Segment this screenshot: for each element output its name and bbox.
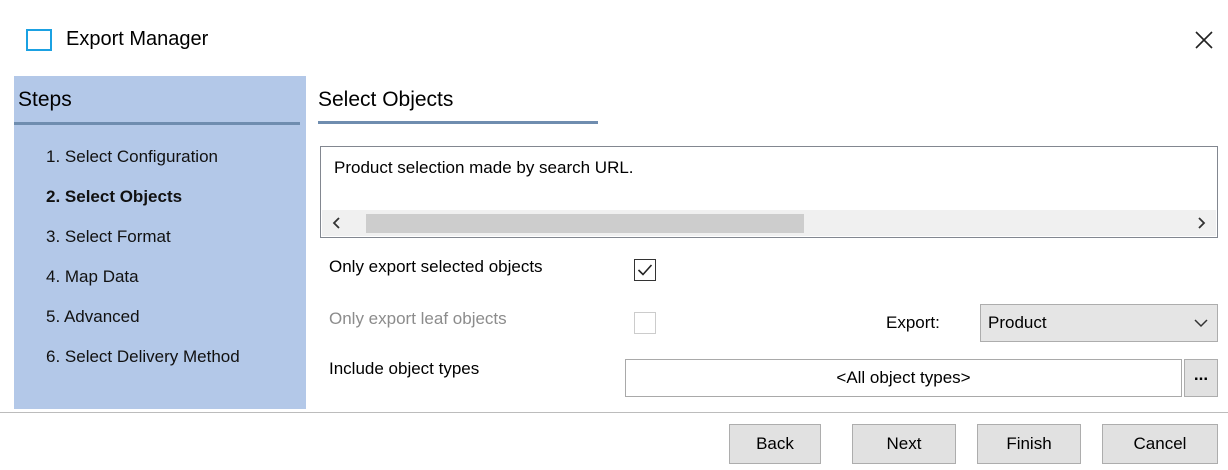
export-select-value: Product: [988, 313, 1047, 332]
close-icon: [1195, 31, 1213, 49]
next-button[interactable]: Next: [852, 424, 956, 464]
chevron-right-icon: [1198, 217, 1206, 229]
steps-title: Steps: [18, 88, 72, 111]
scroll-left-button[interactable]: [326, 212, 348, 234]
cancel-button[interactable]: Cancel: [1102, 424, 1218, 464]
step-advanced: 5. Advanced: [46, 307, 140, 326]
export-select[interactable]: Product: [980, 304, 1218, 342]
horizontal-scrollbar[interactable]: [322, 210, 1216, 236]
export-label: Export:: [886, 313, 940, 332]
checkmark-icon: [637, 264, 653, 276]
finish-button[interactable]: Finish: [977, 424, 1081, 464]
description-text: Product selection made by search URL.: [334, 158, 634, 177]
chevron-left-icon: [332, 217, 340, 229]
step-select-objects: 2. Select Objects: [46, 187, 183, 206]
scroll-right-button[interactable]: [1190, 212, 1212, 234]
window-title: Export Manager: [66, 28, 209, 50]
steps-title-underline: [14, 122, 300, 125]
footer-divider: [0, 412, 1228, 413]
page-title: Select Objects: [318, 88, 454, 111]
only-leaf-label: Only export leaf objects: [329, 309, 507, 328]
only-selected-label: Only export selected objects: [329, 257, 543, 276]
step-select-configuration: 1. Select Configuration: [46, 147, 218, 166]
include-types-label: Include object types: [329, 359, 480, 378]
step-map-data: 4. Map Data: [46, 267, 139, 286]
page-title-underline: [318, 121, 598, 124]
only-leaf-checkbox[interactable]: [634, 312, 656, 334]
description-box[interactable]: Product selection made by search URL.: [320, 146, 1218, 238]
step-select-delivery-method: 6. Select Delivery Method: [46, 347, 240, 366]
window-icon: [26, 29, 52, 51]
back-button[interactable]: Back: [729, 424, 821, 464]
scroll-thumb[interactable]: [366, 214, 804, 233]
close-button[interactable]: [1188, 22, 1220, 58]
browse-object-types-button[interactable]: ...: [1184, 359, 1218, 397]
only-selected-checkbox[interactable]: [634, 259, 656, 281]
title-bar: Export Manager: [0, 0, 1228, 76]
chevron-down-icon: [1193, 315, 1209, 331]
step-select-format: 3. Select Format: [46, 227, 171, 246]
steps-panel: Steps 1. Select Configuration 2. Select …: [14, 76, 306, 409]
steps-list: 1. Select Configuration 2. Select Object…: [46, 146, 240, 386]
object-types-field[interactable]: <All object types>: [625, 359, 1182, 397]
